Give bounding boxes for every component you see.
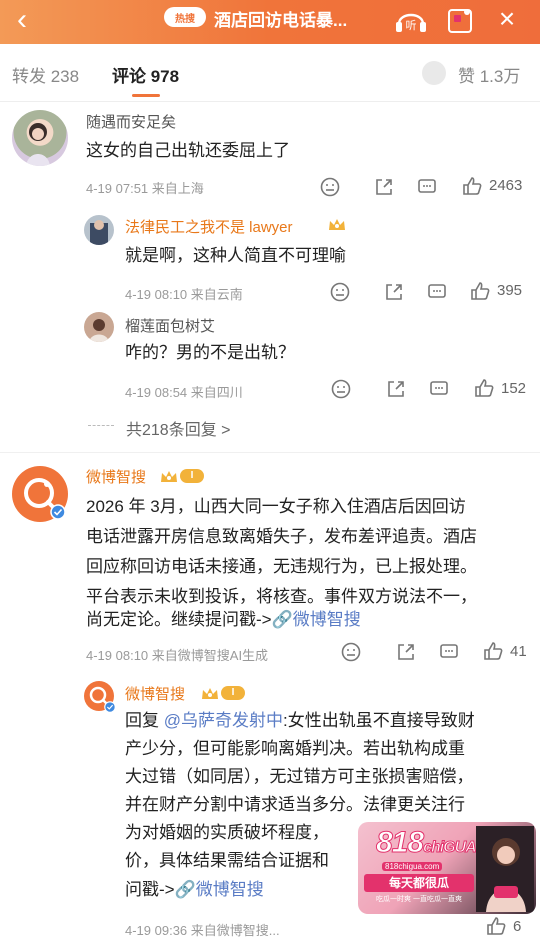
share-icon[interactable] [373,176,395,198]
reply-author[interactable]: 法律民工之我不是 lawyer [125,216,293,237]
avatar-portrait-icon [89,319,109,342]
avatar[interactable] [84,215,114,245]
comment-icon[interactable] [416,176,438,198]
emoji-icon[interactable] [329,281,351,303]
watermark-subtext: 吃瓜一时爽 一直吃瓜一直爽 [376,896,462,903]
user-level-badge: I [160,468,204,484]
weibo-search-link[interactable]: 🔗微博智搜 [175,880,264,899]
like-count: 395 [497,282,523,299]
tab-repost[interactable]: 转发 238 [12,62,79,87]
reply-author[interactable]: 榴莲面包树艾 [125,315,215,336]
verified-icon [104,701,116,713]
like-count: 41 [510,643,527,660]
page-title: 酒店回访电话暴... [214,11,348,30]
top-nav-bar: ‹ 热搜 酒店回访电话暴... 听 × [0,0,540,44]
active-tab-indicator [132,94,160,97]
site-watermark: 818chiGUA 818chigua.com 每天都很瓜 吃瓜一时爽 一直吃瓜… [358,822,536,914]
avatar[interactable] [12,110,68,166]
avatar-portrait-icon [26,123,50,166]
reply-text-line: 为对婚姻的实质破坏程度， [125,823,329,842]
like-icon[interactable] [469,280,491,302]
reply-text-first: :女性出轨虽不直接导致财 [283,711,475,730]
comment-icon[interactable] [438,641,460,663]
comment-text-line: 尚无定论。继续提问戳->🔗微博智搜 [86,605,361,636]
comment-text-line: 2026 年 3月，山西大同一女子称入住酒店后因回访 [86,497,466,516]
emoji-icon[interactable] [319,176,341,198]
user-level-badge: I [201,685,245,701]
share-icon[interactable] [385,378,407,400]
reply-text-line: 问戳->🔗微博智搜 [125,875,264,906]
hot-search-pill[interactable]: 热搜 [164,7,206,27]
like-icon[interactable] [485,915,507,937]
reply-author[interactable]: 微博智搜 [125,683,185,704]
level-label: I [221,686,245,700]
comment-divider [0,452,540,453]
reply-meta: 4-19 08:10 来自云南 [125,287,243,302]
reply-meta: 4-19 08:54 来自四川 [125,385,243,400]
comment-icon[interactable] [426,281,448,303]
reply-text: 咋的？男的不是出轨？ [125,343,295,362]
crown-icon [329,219,345,230]
reply-text-line: 产少分，但可能影响离婚判决。若出轨构成重 [125,739,465,758]
reply-text-line: 并在财产分割中请求适当多分。法律更关注行 [125,795,465,814]
reply-text-line: 大过错（如同居），无过错方可主张损害赔偿， [125,767,474,786]
watermark-portrait-icon [476,826,534,912]
comment-icon[interactable] [428,378,450,400]
replies-divider [88,425,114,426]
comment-text-line: 电话泄露开房信息致离婚失子，发布差评追责。酒店 [86,527,477,546]
watermark-url: 818chigua.com [382,862,443,871]
comment-author[interactable]: 随遇而安足矣 [86,111,176,132]
like-count: 152 [501,380,527,397]
crown-icon [202,687,218,699]
reply-prefix: 回复 [125,711,164,730]
like-count: 6 [513,918,522,935]
svg-text:听: 听 [406,19,417,32]
mention-link[interactable]: @乌萨奇发射中 [164,711,283,730]
like-avatar-icon [422,61,446,85]
view-more-replies-link[interactable]: 共218条回复 > [126,416,231,440]
reply-text-line: 回复 @乌萨奇发射中:女性出轨虽不直接导致财 [125,706,475,737]
back-icon[interactable]: ‹ [6,4,38,38]
like-icon[interactable] [461,175,483,197]
reply-text-prefix: 问戳-> [125,880,175,899]
comment-text: 这女的自己出轨还委屈上了 [86,141,290,160]
watermark-tagline: 每天都很瓜 [364,874,474,892]
like-icon[interactable] [482,640,504,662]
level-label: I [180,469,204,483]
listen-icon[interactable]: 听 [393,2,429,36]
emoji-icon[interactable] [330,378,352,400]
tab-like[interactable]: 赞 1.3万 [458,62,520,87]
reply-text: 就是啊，这种人简直不可理喻 [125,246,346,265]
reply-meta: 4-19 09:36 来自微博智搜... [125,923,280,938]
close-icon[interactable]: × [490,2,524,36]
emoji-icon[interactable] [340,641,362,663]
weibo-search-link[interactable]: 🔗微博智搜 [272,610,361,629]
like-icon[interactable] [473,377,495,399]
reply-text-line: 价，具体结果需结合证据和 [125,851,329,870]
comment-text-prefix: 尚无定论。继续提问戳-> [86,610,272,629]
like-count: 2463 [489,177,523,194]
tab-comment[interactable]: 评论 978 [112,62,179,87]
comment-text-line: 回应称回访电话未接通，无违规行为，已上报处理。 [86,557,477,576]
avatar-portrait-icon [90,220,108,245]
comment-author[interactable]: 微博智搜 [86,466,146,487]
verified-icon [50,504,66,520]
share-icon[interactable] [383,281,405,303]
comment-meta: 4-19 08:10 来自微博智搜AI生成 [86,648,269,663]
avatar[interactable] [84,312,114,342]
comment-meta: 4-19 07:51 来自上海 [86,181,204,196]
crown-icon [161,470,177,482]
tab-bar: 转发 238 评论 978 赞 1.3万 [0,44,540,102]
gift-icon[interactable] [445,4,475,36]
share-icon[interactable] [395,641,417,663]
watermark-logo: 818chiGUA [375,826,477,860]
